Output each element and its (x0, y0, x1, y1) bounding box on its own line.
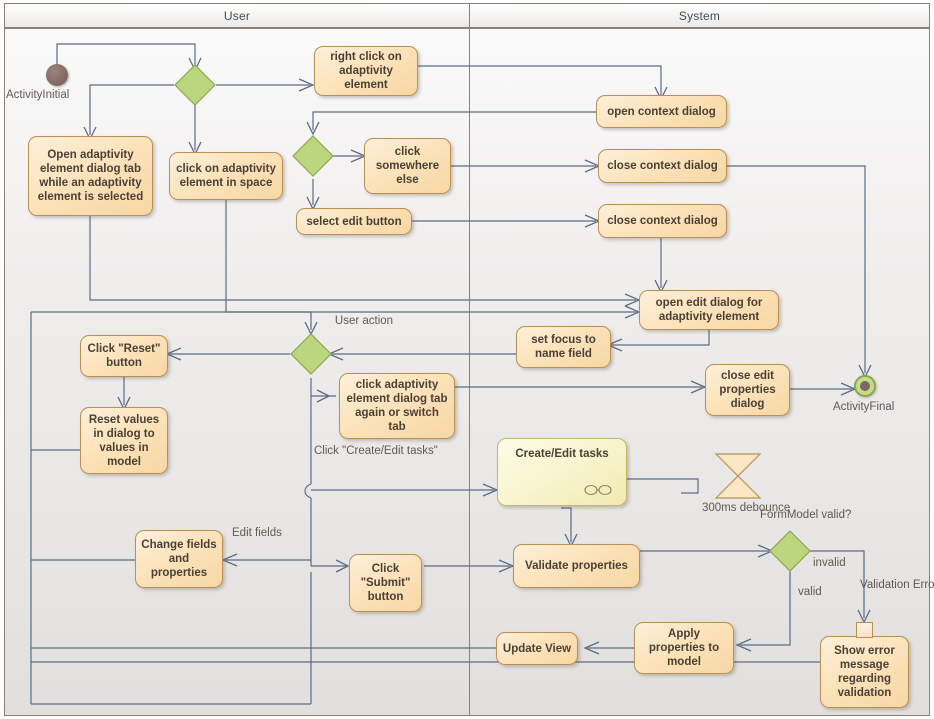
lane-header-user-label: User (223, 8, 251, 23)
decision-node-context-menu[interactable] (292, 135, 334, 177)
input-pin-validation-errors (856, 622, 873, 638)
activity-final-label: ActivityFinal (833, 401, 895, 413)
action-open-edit-dialog[interactable]: open edit dialog for adaptivity element (639, 290, 779, 330)
action-close-edit-properties-dialog-label: close edit properties dialog (719, 370, 776, 410)
action-click-reset-button-label: Click "Reset" button (87, 343, 161, 369)
action-set-focus-to-name-field[interactable]: set focus to name field (516, 326, 611, 368)
action-click-reset-button[interactable]: Click "Reset" button (80, 335, 168, 377)
action-close-edit-properties-dialog[interactable]: close edit properties dialog (705, 364, 790, 416)
lane-body-user (4, 28, 470, 716)
action-show-error-message-label: Show error message regarding validation (834, 645, 895, 699)
action-click-submit-button[interactable]: Click "Submit" button (349, 554, 422, 612)
edge-label-click-create-edit-tasks: Click "Create/Edit tasks" (314, 445, 438, 457)
action-apply-properties-to-model[interactable]: Apply properties to model (634, 622, 734, 674)
edge-label-user-action: User action (334, 315, 394, 327)
action-change-fields-and-properties-label: Change fields and properties (141, 539, 217, 579)
action-click-adaptivity-dialog-tab-again[interactable]: click adaptivity element dialog tab agai… (339, 373, 455, 439)
action-open-adaptivity-dialog-tab[interactable]: Open adaptivity element dialog tab while… (28, 136, 153, 216)
lane-header-user: User (4, 3, 470, 28)
action-click-adaptivity-dialog-tab-again-label: click adaptivity element dialog tab agai… (346, 379, 448, 433)
action-apply-properties-to-model-label: Apply properties to model (648, 628, 720, 668)
call-behavior-create-edit-tasks-label: Create/Edit tasks (515, 448, 609, 460)
action-close-context-dialog-1-label: close context dialog (607, 160, 718, 172)
action-click-submit-button-label: Click "Submit" button (360, 563, 411, 603)
edge-label-formmodel-valid: FormModel valid? (760, 509, 852, 521)
action-close-context-dialog-2-label: close context dialog (607, 215, 718, 227)
decision-node-formmodel-valid[interactable] (769, 530, 811, 572)
action-select-edit-button[interactable]: select edit button (296, 208, 412, 235)
edge-label-valid: valid (798, 586, 822, 598)
action-click-on-adaptivity-element-in-space-label: click on adaptivity element in space (176, 163, 276, 189)
activity-initial-label: ActivityInitial (6, 89, 70, 101)
lane-header-system-label: System (678, 8, 721, 23)
action-click-on-adaptivity-element-in-space[interactable]: click on adaptivity element in space (169, 152, 283, 200)
activity-final-node[interactable] (854, 375, 876, 397)
activity-initial-node[interactable] (46, 64, 68, 86)
decision-node-start[interactable] (174, 64, 216, 106)
decision-node-user-action[interactable] (290, 333, 332, 375)
call-behavior-create-edit-tasks[interactable]: Create/Edit tasks (497, 438, 627, 506)
edge-label-edit-fields: Edit fields (232, 527, 282, 539)
action-update-view-label: Update View (502, 642, 572, 655)
action-validate-properties-label: Validate properties (525, 560, 628, 572)
activity-diagram-canvas: User System ActivityInitial ActivityFina… (0, 0, 934, 719)
action-reset-values[interactable]: Reset values in dialog to values in mode… (80, 407, 168, 474)
action-click-somewhere-else[interactable]: click somewhere else (364, 138, 451, 194)
action-reset-values-label: Reset values in dialog to values in mode… (88, 413, 160, 468)
action-validate-properties[interactable]: Validate properties (513, 544, 640, 588)
action-select-edit-button-label: select edit button (306, 215, 402, 228)
action-update-view[interactable]: Update View (496, 632, 578, 665)
action-click-somewhere-else-label: click somewhere else (375, 146, 440, 186)
action-close-context-dialog-2[interactable]: close context dialog (598, 204, 727, 238)
edge-label-validation-errors: Validation Errors (860, 579, 934, 591)
lane-body-system (469, 28, 930, 716)
lane-header-system: System (469, 3, 930, 28)
action-open-context-dialog[interactable]: open context dialog (596, 95, 727, 128)
action-change-fields-and-properties[interactable]: Change fields and properties (135, 530, 223, 588)
edge-label-invalid: invalid (813, 557, 846, 569)
call-behavior-rake-icon (584, 484, 612, 496)
action-open-edit-dialog-label: open edit dialog for adaptivity element (655, 297, 763, 323)
action-set-focus-to-name-field-label: set focus to name field (531, 334, 596, 360)
action-right-click-on-adaptivity-element-label: right click on adaptivity element (330, 51, 402, 91)
action-show-error-message[interactable]: Show error message regarding validation (820, 636, 909, 708)
action-open-context-dialog-label: open context dialog (607, 105, 716, 118)
action-close-context-dialog-1[interactable]: close context dialog (598, 149, 727, 183)
time-event-hourglass-icon (714, 453, 762, 499)
action-open-adaptivity-dialog-tab-label: Open adaptivity element dialog tab while… (37, 149, 144, 203)
action-right-click-on-adaptivity-element[interactable]: right click on adaptivity element (314, 46, 418, 96)
